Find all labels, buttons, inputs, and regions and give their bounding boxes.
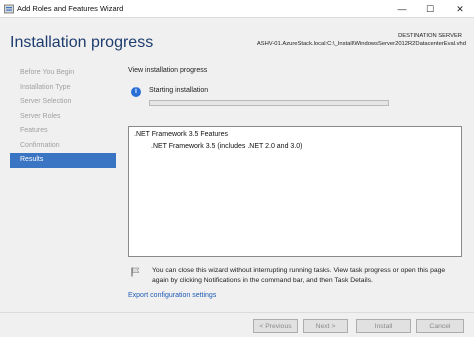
feature-item-child: .NET Framework 3.5 (includes .NET 2.0 an…	[151, 143, 303, 150]
previous-button[interactable]: < Previous	[253, 319, 298, 333]
destination-server-label: DESTINATION SERVER	[398, 33, 462, 39]
status-text: Starting installation	[149, 87, 209, 94]
nav-item-before-you-begin: Before You Begin	[20, 69, 75, 76]
close-button[interactable]: ✕	[446, 0, 474, 18]
info-icon: i	[131, 87, 141, 97]
maximize-button[interactable]: ☐	[416, 0, 444, 18]
notice-text: You can close this wizard without interr…	[152, 267, 446, 284]
flag-icon	[131, 267, 140, 277]
nav-item-results[interactable]: Results	[10, 153, 116, 168]
next-button[interactable]: Next >	[303, 319, 348, 333]
maximize-icon: ☐	[425, 3, 435, 14]
cancel-button[interactable]: Cancel	[416, 319, 464, 333]
features-list[interactable]: .NET Framework 3.5 Features .NET Framewo…	[128, 126, 462, 257]
window-title: Add Roles and Features Wizard	[17, 4, 124, 13]
feature-item-parent: .NET Framework 3.5 Features	[134, 131, 229, 138]
export-configuration-link[interactable]: Export configuration settings	[128, 292, 216, 299]
destination-server-value: ASHV-01.AzureStack.local:C:\_Install\Win…	[256, 41, 466, 47]
title-bar: Add Roles and Features Wizard — ☐ ✕	[0, 0, 474, 18]
server-manager-icon	[4, 4, 14, 14]
nav-item-server-selection: Server Selection	[20, 98, 72, 105]
progress-bar	[149, 100, 389, 106]
minimize-icon: —	[397, 4, 407, 14]
footer-divider	[0, 312, 474, 313]
nav-item-installation-type: Installation Type	[20, 83, 71, 91]
nav-item-features: Features	[20, 127, 48, 134]
minimize-button[interactable]: —	[388, 0, 416, 18]
view-progress-label: View installation progress	[128, 67, 208, 74]
page-title: Installation progress	[10, 34, 154, 51]
nav-item-confirmation: Confirmation	[20, 141, 60, 149]
install-button[interactable]: Install	[356, 319, 411, 333]
close-icon: ✕	[456, 3, 464, 14]
nav-item-server-roles: Server Roles	[20, 112, 61, 120]
wizard-header: Installation progress DESTINATION SERVER…	[0, 19, 474, 66]
wizard-nav: Before You Begin Installation Type Serve…	[10, 66, 116, 168]
